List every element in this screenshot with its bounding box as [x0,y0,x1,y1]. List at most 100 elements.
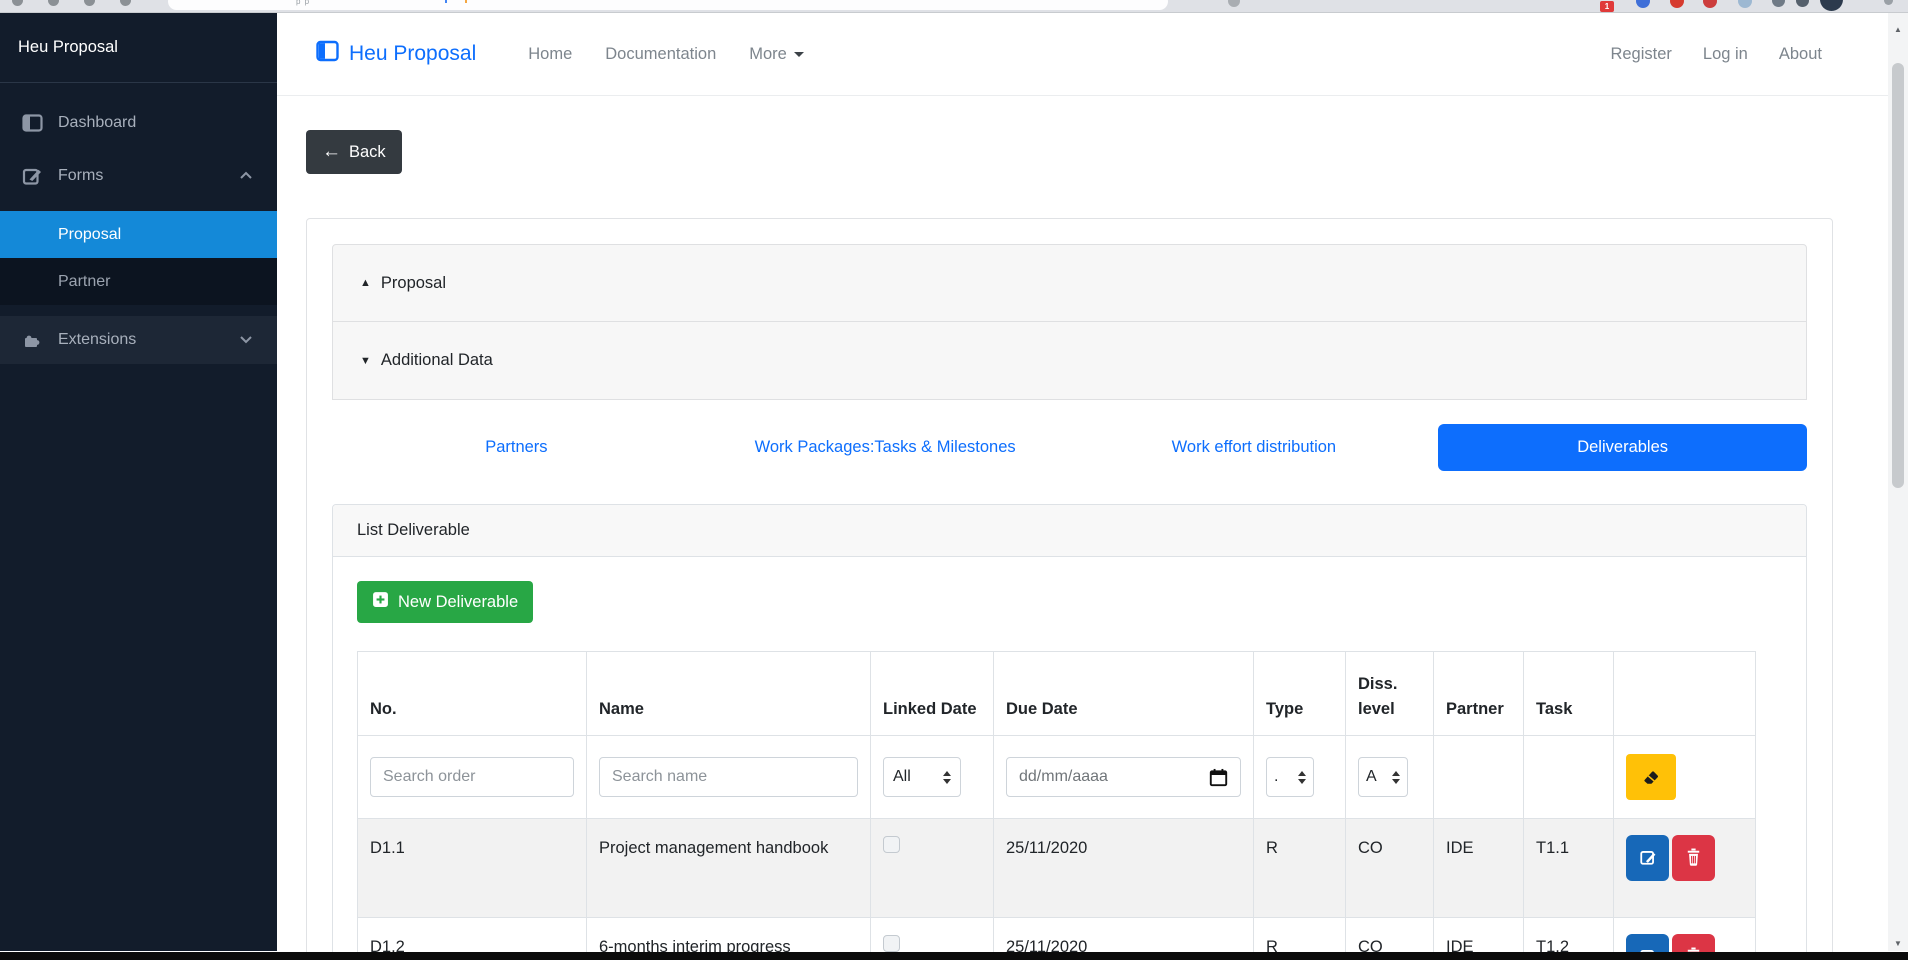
edit-button[interactable] [1626,835,1669,881]
select-arrows-icon [936,770,951,784]
browser-chrome-strip: p p 1 [0,0,1908,13]
cell-type: R [1253,818,1346,918]
browser-back-icon[interactable] [12,0,23,6]
trash-icon [1685,848,1702,869]
column-header-task: Task [1523,651,1614,736]
new-deliverable-button[interactable]: New Deliverable [357,581,534,623]
browser-profile-avatar[interactable] [1820,0,1843,11]
clear-filters-button[interactable] [1626,754,1676,800]
column-header-name: Name [586,651,871,736]
card-title: List Deliverable [333,505,1806,557]
scroll-up-icon[interactable]: ▲ [1888,21,1908,37]
accordion-header-proposal[interactable]: ▲ Proposal [332,244,1807,322]
extension-icon[interactable] [1772,0,1785,7]
accordion-header-additional-data[interactable]: ▼ Additional Data [332,322,1807,400]
column-header-linked-date: Linked Date [870,651,994,736]
sidebar-item-forms[interactable]: Forms [0,152,277,200]
calendar-icon[interactable] [1209,768,1228,787]
browser-reload-icon[interactable] [84,0,95,6]
arrow-left-icon: ← [322,141,341,162]
linked-date-checkbox[interactable] [883,935,900,952]
omnibox-favicon-fragment [465,0,467,3]
navbar-links: Home Documentation More [528,45,804,64]
browser-home-icon[interactable] [120,0,131,6]
select-arrows-icon [1291,770,1306,784]
column-header-no: No. [357,651,587,736]
scrollbar-thumb[interactable] [1892,63,1904,488]
page-scrollbar[interactable]: ▲ ▼ [1888,13,1908,951]
sidebar-item-partner[interactable]: Partner [0,258,277,305]
extension-icon[interactable] [1738,0,1752,8]
due-date-filter-input[interactable]: dd/mm/aaaa [1006,757,1241,797]
browser-address-bar[interactable]: p p [168,0,1168,10]
caret-down-icon [793,51,804,57]
linked-date-filter-select[interactable]: All [883,757,961,797]
nav-link-more[interactable]: More [749,45,804,64]
column-header-diss-level: Diss. level [1345,651,1434,736]
accordion-label: Proposal [380,273,447,292]
cell-name: Project management handbook [586,818,871,918]
cell-partner: IDE [1433,818,1524,918]
delete-button[interactable] [1672,835,1715,881]
sidebar-item-proposal[interactable]: Proposal [0,211,277,258]
column-header-due-date: Due Date [993,651,1254,736]
omnibox-favicon-fragment [445,0,447,3]
chevron-down-icon [239,331,253,349]
back-button[interactable]: ← Back [306,130,402,174]
app-window: Heu Proposal Dashboard Forms Proposal Pa… [0,13,1908,960]
tab-work-effort[interactable]: Work effort distribution [1070,424,1439,471]
extension-icon[interactable] [1703,0,1717,8]
linked-date-checkbox[interactable] [883,836,900,853]
deliverables-table: No. Name Linked Date Due Date Type Diss.… [357,651,1756,960]
table-filter-row: All dd/mm/aaaa [357,735,1756,819]
extension-icon[interactable] [1636,0,1650,8]
nav-link-home[interactable]: Home [528,45,572,64]
nav-link-about[interactable]: About [1779,45,1822,64]
extension-badge[interactable]: 1 [1600,1,1614,12]
page-content: ← Back ▲ Proposal ▼ Additional Data Part… [277,96,1888,960]
list-deliverable-card: List Deliverable New Deliverable No. Nam… [332,504,1807,960]
table-row: D1.1 Project management handbook 25/11/2… [357,818,1756,918]
pencil-square-icon [1639,848,1657,869]
extension-icon[interactable] [1796,0,1809,7]
brand-icon [316,40,339,68]
sidebar-item-label: Extensions [58,331,137,348]
navbar-brand[interactable]: Heu Proposal [316,40,476,68]
search-name-input[interactable] [599,757,858,797]
sidebar-item-label: Partner [58,272,111,290]
nav-link-documentation[interactable]: Documentation [605,45,716,64]
triangle-down-icon: ▼ [360,354,371,367]
sidebar-item-extensions[interactable]: Extensions [0,316,277,364]
navbar-right-links: Register Log in About [1610,45,1822,64]
tab-work-packages[interactable]: Work Packages:Tasks & Milestones [701,424,1070,471]
search-order-input[interactable] [370,757,574,797]
sidebar-brand[interactable]: Heu Proposal [0,13,277,83]
browser-menu-icon[interactable] [1884,0,1893,5]
window-bottom-edge [0,952,1908,960]
sidebar-item-label: Dashboard [58,114,137,131]
nav-link-login[interactable]: Log in [1703,45,1748,64]
additional-data-body: Partners Work Packages:Tasks & Milestone… [332,400,1807,960]
puzzle-icon [22,330,43,350]
scroll-down-icon[interactable]: ▼ [1888,935,1908,951]
column-header-actions [1613,651,1756,736]
cell-task: T1.1 [1523,818,1614,918]
diss-level-filter-select[interactable]: A [1358,757,1408,797]
main-area: Heu Proposal Home Documentation More Reg… [277,13,1888,960]
type-filter-select[interactable]: . [1266,757,1314,797]
sidebar-item-dashboard[interactable]: Dashboard [0,99,277,147]
sidebar-item-label: Forms [58,167,104,184]
triangle-up-icon: ▲ [360,277,371,289]
sidebar-item-label: Proposal [58,225,122,243]
sidebar-submenu-forms: Proposal Partner [0,211,277,305]
table-header-row: No. Name Linked Date Due Date Type Diss.… [357,651,1756,736]
row-actions [1626,835,1743,881]
bookmark-star-icon[interactable] [1228,0,1240,7]
browser-forward-icon[interactable] [48,0,59,6]
top-navbar: Heu Proposal Home Documentation More Reg… [277,13,1888,96]
tab-partners[interactable]: Partners [332,424,701,471]
card-body: New Deliverable No. Name Linked Date Due… [333,557,1806,960]
tab-deliverables[interactable]: Deliverables [1438,424,1807,471]
extension-icon[interactable] [1670,0,1684,8]
nav-link-register[interactable]: Register [1610,45,1671,64]
